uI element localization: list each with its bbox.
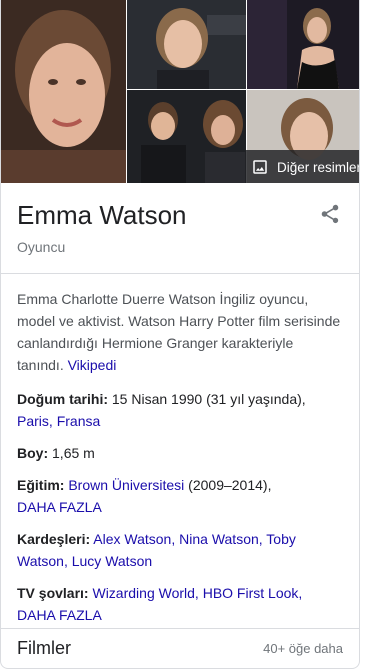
films-title: Filmler [17, 638, 71, 658]
education-school-link[interactable]: Brown Üniversitesi [68, 477, 184, 493]
fact-birth-label: Doğum tarihi: [17, 391, 108, 407]
description-text: Emma Charlotte Duerre Watson İngiliz oyu… [17, 291, 341, 373]
fact-height: Boy: 1,65 m [17, 442, 343, 464]
panel-header: Emma Watson Oyuncu [1, 183, 359, 274]
entity-subtitle: Oyuncu [17, 239, 66, 255]
panel-body: Emma Charlotte Duerre Watson İngiliz oyu… [1, 274, 359, 626]
more-images-label: Diğer resimler [277, 159, 359, 175]
sibling-link[interactable]: Lucy Watson [72, 553, 152, 569]
photo-with-costar[interactable] [127, 90, 246, 183]
fact-birth-value: 15 Nisan 1990 (31 yıl yaşında), [111, 391, 306, 407]
share-icon[interactable] [319, 203, 341, 225]
fact-siblings: Kardeşleri: Alex Watson, Nina Watson, To… [17, 528, 343, 572]
photo-event-1[interactable] [127, 0, 246, 89]
fact-height-label: Boy: [17, 445, 49, 461]
education-more-link[interactable]: DAHA FAZLA [17, 499, 102, 515]
tv-show-link[interactable]: Wizarding World, [92, 585, 198, 601]
fact-tv-shows-label: TV şovları: [17, 585, 89, 601]
sibling-link[interactable]: Nina Watson, [179, 531, 263, 547]
photo-portrait-main[interactable] [1, 0, 126, 183]
fact-education-years: (2009–2014), [188, 477, 272, 493]
tv-show-link[interactable]: HBO First Look, [203, 585, 303, 601]
sibling-link[interactable]: Alex Watson, [93, 531, 175, 547]
entity-title: Emma Watson [17, 200, 187, 230]
photo-event-2[interactable] [247, 0, 359, 89]
image-gallery-icon [253, 160, 267, 174]
wikipedia-link[interactable]: Vikipedi [68, 357, 117, 373]
fact-height-value: 1,65 m [52, 445, 95, 461]
fact-education-label: Eğitim: [17, 477, 65, 493]
more-images-button[interactable]: Diğer resimler [245, 150, 359, 183]
photo-grid: Diğer resimler [1, 0, 359, 183]
birthplace-country-link[interactable]: Fransa [57, 413, 101, 429]
tv-shows-more-link[interactable]: DAHA FAZLA [17, 607, 102, 623]
fact-siblings-label: Kardeşleri: [17, 531, 91, 547]
birthplace-city-link[interactable]: Paris, [17, 413, 53, 429]
description: Emma Charlotte Duerre Watson İngiliz oyu… [17, 288, 343, 376]
films-section-header: Filmler 40+ öğe daha [1, 628, 359, 668]
films-more-link[interactable]: 40+ öğe daha [263, 641, 343, 656]
fact-tv-shows: TV şovları: Wizarding World, HBO First L… [17, 582, 343, 626]
fact-education: Eğitim: Brown Üniversitesi (2009–2014), … [17, 474, 343, 518]
fact-birth: Doğum tarihi: 15 Nisan 1990 (31 yıl yaşı… [17, 388, 343, 432]
knowledge-panel: Diğer resimler Emma Watson Oyuncu Emma C… [0, 0, 360, 669]
